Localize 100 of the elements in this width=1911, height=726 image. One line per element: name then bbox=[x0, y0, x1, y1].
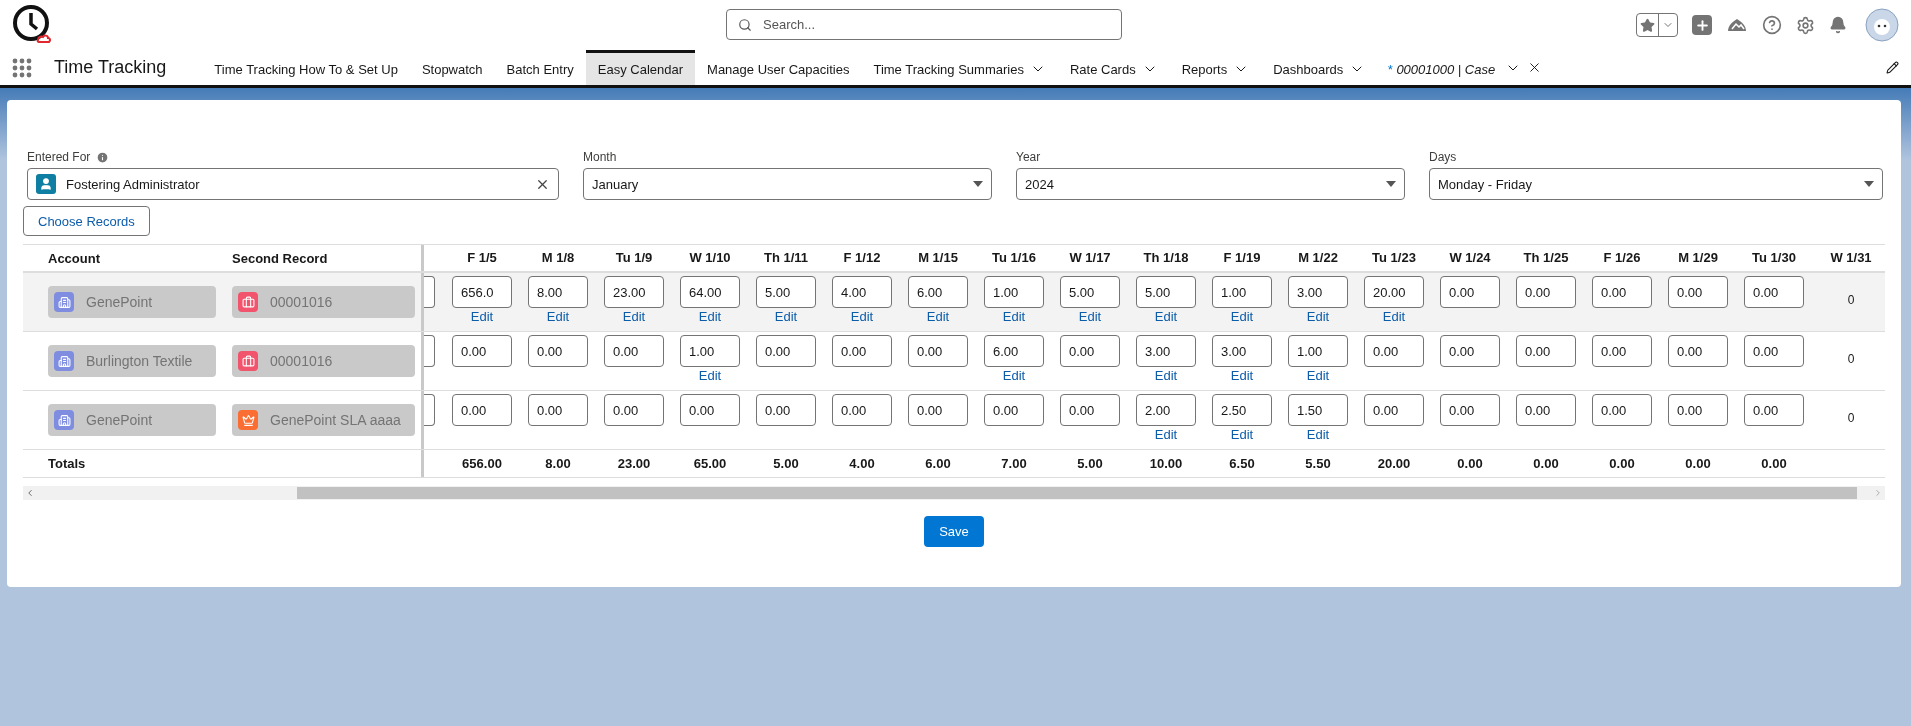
info-icon[interactable] bbox=[96, 150, 110, 164]
notifications-icon[interactable] bbox=[1829, 16, 1847, 34]
hours-input[interactable]: 0.00 bbox=[1744, 335, 1804, 367]
hours-input[interactable]: 0.00 bbox=[1060, 335, 1120, 367]
hours-input[interactable]: 0.00 bbox=[1516, 394, 1576, 426]
hours-input[interactable]: 0.00 bbox=[528, 394, 588, 426]
hours-input[interactable]: 0.00 bbox=[1668, 394, 1728, 426]
hours-input[interactable]: 8.00 bbox=[528, 276, 588, 308]
scroll-left-icon[interactable] bbox=[25, 488, 35, 498]
hours-input[interactable]: 3.00 bbox=[1288, 276, 1348, 308]
hours-input[interactable]: 0.00 bbox=[984, 394, 1044, 426]
edit-link[interactable]: Edit bbox=[774, 308, 798, 325]
edit-link[interactable]: Edit bbox=[622, 308, 646, 325]
edit-link[interactable]: Edit bbox=[1306, 308, 1330, 325]
edit-link[interactable]: Edit bbox=[1154, 367, 1178, 384]
hours-input[interactable]: 0.00 bbox=[1060, 394, 1120, 426]
nav-tab[interactable]: Stopwatch bbox=[409, 50, 495, 85]
hours-input[interactable]: 0.00 bbox=[604, 335, 664, 367]
edit-link[interactable]: Edit bbox=[698, 308, 722, 325]
hours-input[interactable]: 0.00 bbox=[452, 394, 512, 426]
edit-link[interactable]: Edit bbox=[698, 367, 722, 384]
hours-input[interactable]: 1.50 bbox=[1288, 394, 1348, 426]
hours-input[interactable]: 0.00 bbox=[528, 335, 588, 367]
edit-link[interactable]: Edit bbox=[1230, 308, 1254, 325]
hours-input[interactable]: 0.00 bbox=[1516, 335, 1576, 367]
nav-tab[interactable]: Easy Calendar bbox=[585, 50, 696, 85]
search-field[interactable]: Search... bbox=[726, 9, 1122, 40]
hours-input[interactable]: 20.00 bbox=[1364, 276, 1424, 308]
hours-input[interactable]: 0.00 bbox=[1440, 394, 1500, 426]
select-field[interactable]: 2024 bbox=[1016, 168, 1405, 200]
hours-input[interactable]: 0.00 bbox=[1668, 335, 1728, 367]
settings-icon[interactable] bbox=[1796, 15, 1815, 35]
help-icon[interactable] bbox=[1762, 15, 1782, 35]
select-field[interactable]: Monday - Friday bbox=[1429, 168, 1883, 200]
edit-link[interactable]: Edit bbox=[1078, 308, 1102, 325]
edit-link[interactable]: Edit bbox=[1230, 367, 1254, 384]
hours-input[interactable]: 6.00 bbox=[984, 335, 1044, 367]
record-tab[interactable]: * 00001000 | Case bbox=[1377, 50, 1506, 85]
hours-input[interactable]: 2.50 bbox=[1212, 394, 1272, 426]
edit-link[interactable]: Edit bbox=[1382, 308, 1406, 325]
hours-input[interactable]: 0.00 bbox=[452, 335, 512, 367]
hours-input[interactable]: 0.00 bbox=[1440, 335, 1500, 367]
hours-input[interactable]: 0.00 bbox=[832, 335, 892, 367]
hours-input[interactable]: 0.00 bbox=[1364, 335, 1424, 367]
hours-input[interactable]: 5.00 bbox=[756, 276, 816, 308]
nav-tab[interactable]: Rate Cards bbox=[1057, 50, 1170, 85]
nav-tab[interactable]: Time Tracking Summaries bbox=[861, 50, 1058, 85]
hours-input[interactable]: 0.00 bbox=[1592, 276, 1652, 308]
hours-input[interactable]: 0.00 bbox=[1592, 335, 1652, 367]
edit-link[interactable]: Edit bbox=[850, 308, 874, 325]
hours-input[interactable]: 0.00 bbox=[1668, 276, 1728, 308]
edit-link[interactable]: Edit bbox=[1306, 426, 1330, 443]
hours-input[interactable]: 0.00 bbox=[756, 335, 816, 367]
horizontal-scrollbar[interactable] bbox=[23, 486, 1885, 500]
hours-input[interactable]: 0.00 bbox=[604, 394, 664, 426]
hours-input[interactable]: 1.00 bbox=[1288, 335, 1348, 367]
lookup-field[interactable]: Fostering Administrator bbox=[27, 168, 559, 200]
hours-input[interactable]: 5.00 bbox=[1060, 276, 1120, 308]
hours-input[interactable]: 0.00 bbox=[1516, 276, 1576, 308]
select-field[interactable]: January bbox=[583, 168, 992, 200]
edit-link[interactable]: Edit bbox=[1306, 367, 1330, 384]
nav-tab[interactable]: Manage User Capacities bbox=[695, 50, 862, 85]
hours-input[interactable]: 0.00 bbox=[908, 335, 968, 367]
edit-link[interactable]: Edit bbox=[1230, 426, 1254, 443]
hours-input[interactable]: 0.00 bbox=[1592, 394, 1652, 426]
nav-tab[interactable]: Dashboards bbox=[1261, 50, 1378, 85]
nav-tab[interactable]: Reports bbox=[1169, 50, 1262, 85]
hours-input[interactable]: 0.00 bbox=[1440, 276, 1500, 308]
edit-link[interactable]: Edit bbox=[1154, 308, 1178, 325]
avatar-icon[interactable] bbox=[1865, 8, 1899, 42]
edit-link[interactable]: Edit bbox=[926, 308, 950, 325]
hours-input[interactable]: 5.00 bbox=[1136, 276, 1196, 308]
hours-input[interactable]: 0.00 bbox=[832, 394, 892, 426]
hours-input[interactable]: 2.00 bbox=[1136, 394, 1196, 426]
hours-input[interactable]: 64.00 bbox=[680, 276, 740, 308]
hours-input[interactable]: 6.00 bbox=[908, 276, 968, 308]
edit-link[interactable]: Edit bbox=[546, 308, 570, 325]
hours-input[interactable]: 1.00 bbox=[1212, 276, 1272, 308]
hours-input[interactable]: 0.00 bbox=[756, 394, 816, 426]
clock-logo-icon[interactable] bbox=[12, 4, 54, 46]
hours-input[interactable]: 0.00 bbox=[1364, 394, 1424, 426]
save-button[interactable]: Save bbox=[924, 516, 984, 547]
input-field[interactable] bbox=[424, 335, 435, 367]
nav-tab[interactable]: Time Tracking How To & Set Up bbox=[202, 50, 410, 85]
hours-input[interactable]: 0.00 bbox=[1744, 276, 1804, 308]
nav-tab[interactable]: Batch Entry bbox=[494, 50, 586, 85]
input-field[interactable] bbox=[424, 394, 435, 426]
scrollbar-thumb[interactable] bbox=[297, 487, 1857, 499]
edit-icon[interactable] bbox=[1886, 61, 1899, 74]
edit-link[interactable]: Edit bbox=[470, 308, 494, 325]
hours-input[interactable]: 3.00 bbox=[1136, 335, 1196, 367]
edit-link[interactable]: Edit bbox=[1154, 426, 1178, 443]
edit-link[interactable]: Edit bbox=[1002, 308, 1026, 325]
hours-input[interactable]: 0.00 bbox=[680, 394, 740, 426]
hours-input[interactable]: 1.00 bbox=[680, 335, 740, 367]
add-button[interactable] bbox=[1692, 15, 1712, 35]
hours-input[interactable]: 1.00 bbox=[984, 276, 1044, 308]
edit-link[interactable]: Edit bbox=[1002, 367, 1026, 384]
hours-input[interactable]: 3.00 bbox=[1212, 335, 1272, 367]
choose-records-button[interactable]: Choose Records bbox=[23, 206, 150, 236]
